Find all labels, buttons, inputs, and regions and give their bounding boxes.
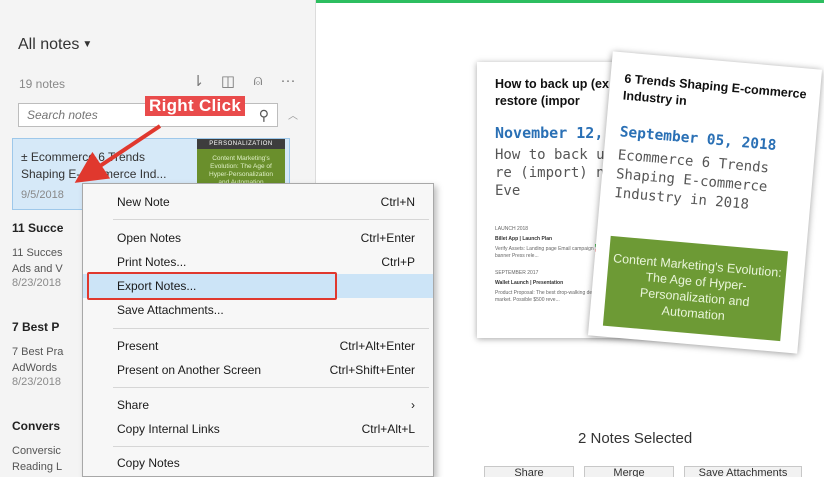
share-button[interactable]: Share: [484, 466, 574, 477]
search-icon[interactable]: ⚲: [259, 107, 269, 124]
menu-item-shortcut: Ctrl+P: [381, 255, 415, 269]
view-toggle-icon[interactable]: ◫: [220, 72, 236, 90]
selected-notes-label: 2 Notes Selected: [578, 430, 693, 447]
menu-item-label: Copy Internal Links: [117, 422, 220, 436]
note-preview-card-2: 6 Trends Shaping E-commerce Industry in …: [587, 51, 823, 354]
card-image-text: Content Marketing's Evolution: The Age o…: [612, 251, 783, 324]
menu-divider: [113, 446, 429, 447]
menu-item-shortcut: Ctrl+Alt+Enter: [339, 339, 415, 353]
reminder-icon[interactable]: ⍝: [250, 72, 266, 90]
menu-item-label: Open Notes: [117, 231, 182, 245]
menu-divider: [113, 328, 429, 329]
menu-item-copy-internal-links[interactable]: Copy Internal Links Ctrl+Alt+L: [83, 417, 433, 441]
menu-item-label: Copy Notes: [117, 456, 180, 470]
note-count: 19 notes: [19, 77, 66, 91]
card-date: November 12, 2: [495, 124, 622, 142]
menu-item-label: Save Attachments...: [117, 303, 224, 317]
sort-icon[interactable]: ⇂: [190, 72, 206, 90]
menu-item-save-attachments[interactable]: Save Attachments...: [83, 298, 433, 322]
card-body: Ecommerce 6 Trends Shaping E-commerce In…: [613, 147, 770, 213]
note-snippet-line2: Shaping E-commerce Ind...: [21, 167, 167, 181]
menu-divider: [113, 219, 429, 220]
more-options-icon[interactable]: ···: [280, 72, 296, 90]
menu-item-share[interactable]: Share ›: [83, 393, 433, 417]
menu-item-shortcut: Ctrl+Alt+L: [361, 422, 415, 436]
note-snippet: ± Ecommerce 6 Trends Shaping E-commerce …: [21, 149, 166, 183]
save-attachments-button[interactable]: Save Attachments: [684, 466, 802, 477]
menu-item-shortcut: Ctrl+Shift+Enter: [329, 363, 415, 377]
scroll-up-arrow-icon[interactable]: ︿: [288, 107, 298, 122]
menu-item-shortcut: Ctrl+N: [380, 195, 415, 209]
chevron-right-icon: ›: [411, 398, 415, 412]
note-date: 9/5/2018: [21, 189, 64, 201]
menu-divider: [113, 387, 429, 388]
menu-item-present-another-screen[interactable]: Present on Another Screen Ctrl+Shift+Ent…: [83, 358, 433, 382]
menu-item-shortcut: Ctrl+Enter: [360, 231, 415, 245]
menu-item-present[interactable]: Present Ctrl+Alt+Enter: [83, 334, 433, 358]
menu-item-label: Present on Another Screen: [117, 363, 262, 377]
menu-item-label: Print Notes...: [117, 255, 187, 269]
menu-item-label: Share: [117, 398, 150, 412]
merge-button[interactable]: Merge: [584, 466, 674, 477]
menu-item-label: Present: [117, 339, 159, 353]
export-highlight-box: [87, 272, 337, 300]
notes-scope-dropdown[interactable]: All notes ▼: [18, 36, 92, 54]
card-title: 6 Trends Shaping E-commerce Industry in: [622, 71, 808, 108]
context-menu: New Note Ctrl+N Open Notes Ctrl+Enter Pr…: [82, 183, 434, 477]
right-click-annotation: Right Click: [145, 96, 246, 116]
sidebar-toolbar: ⇂ ◫ ⍝ ···: [190, 72, 296, 90]
thumbnail-band-text: PERSONALIZATION: [197, 139, 285, 149]
notes-scope-label: All notes: [18, 36, 80, 53]
menu-item-open-notes[interactable]: Open Notes Ctrl+Enter: [83, 226, 433, 250]
menu-item-print-notes[interactable]: Print Notes... Ctrl+P: [83, 250, 433, 274]
menu-item-label: New Note: [117, 195, 170, 209]
menu-item-new-note[interactable]: New Note Ctrl+N: [83, 190, 433, 214]
note-snippet-line1: ± Ecommerce 6 Trends: [21, 150, 145, 164]
card-image: Content Marketing's Evolution: The Age o…: [602, 235, 789, 342]
menu-item-copy-notes[interactable]: Copy Notes: [83, 451, 433, 475]
chevron-down-icon: ▼: [82, 39, 93, 50]
